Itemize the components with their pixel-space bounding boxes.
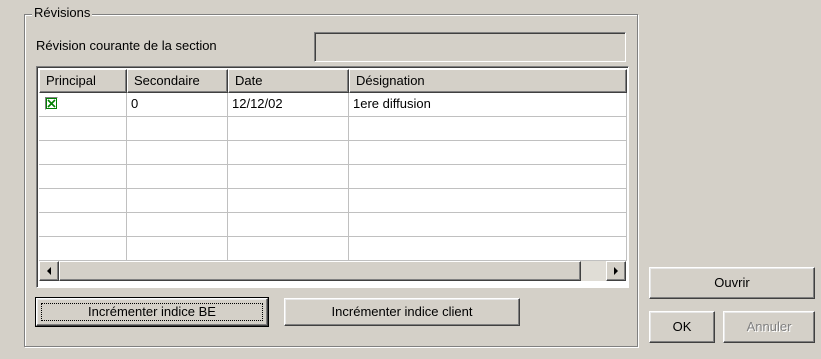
increment-be-button[interactable]: Incrémenter indice BE — [35, 297, 269, 327]
scrollbar-thumb[interactable] — [59, 261, 581, 281]
current-revision-label: Révision courante de la section — [36, 38, 217, 53]
scroll-right-button[interactable] — [606, 261, 626, 281]
scroll-left-button[interactable] — [39, 261, 59, 281]
table-header: Principal Secondaire Date Désignation — [39, 69, 627, 93]
revisions-group-title: Révisions — [32, 5, 93, 21]
ouvrir-button[interactable]: Ouvrir — [649, 267, 815, 299]
ouvrir-label: Ouvrir — [714, 275, 750, 290]
column-header-secondaire[interactable]: Secondaire — [127, 69, 228, 93]
cell-date: 12/12/02 — [228, 93, 349, 117]
ok-button[interactable]: OK — [649, 311, 715, 343]
table-row-empty — [39, 237, 627, 261]
table-row-empty — [39, 117, 627, 141]
column-header-date[interactable]: Date — [228, 69, 349, 93]
annuler-button[interactable]: Annuler — [723, 311, 815, 343]
principal-checkbox[interactable] — [45, 97, 58, 110]
ok-label: OK — [672, 319, 692, 334]
cell-principal[interactable] — [39, 93, 127, 117]
column-header-principal[interactable]: Principal — [39, 69, 127, 93]
arrow-left-icon — [47, 267, 51, 275]
increment-client-button[interactable]: Incrémenter indice client — [284, 298, 520, 326]
column-header-designation[interactable]: Désignation — [349, 69, 627, 93]
horizontal-scrollbar[interactable] — [39, 261, 626, 281]
table-row[interactable]: 0 12/12/02 1ere diffusion — [39, 93, 627, 117]
arrow-right-icon — [614, 267, 618, 275]
increment-be-label: Incrémenter indice BE — [88, 304, 216, 319]
current-revision-field — [314, 32, 626, 62]
increment-client-label: Incrémenter indice client — [331, 304, 473, 319]
table-row-empty — [39, 165, 627, 189]
table-body: 0 12/12/02 1ere diffusion — [39, 93, 627, 261]
table-row-empty — [39, 189, 627, 213]
cell-secondaire: 0 — [127, 93, 228, 117]
check-x-icon — [46, 98, 57, 109]
revisions-table[interactable]: Principal Secondaire Date Désignation 0 … — [36, 66, 629, 288]
table-row-empty — [39, 141, 627, 165]
annuler-label: Annuler — [746, 319, 792, 334]
table-row-empty — [39, 213, 627, 237]
cell-designation: 1ere diffusion — [349, 93, 627, 117]
